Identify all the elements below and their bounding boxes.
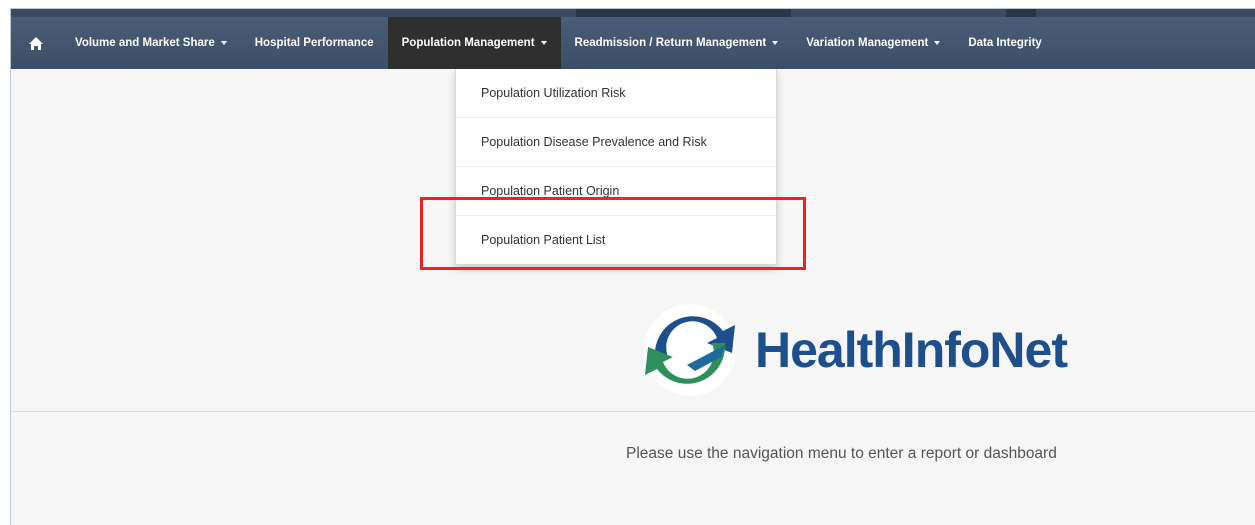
nav-label: Population Management — [401, 37, 535, 49]
logo-wordmark: HealthInfoNet — [755, 321, 1068, 378]
nav-hospital-performance[interactable]: Hospital Performance — [241, 17, 388, 69]
app-frame: Volume and Market Share Hospital Perform… — [10, 8, 1255, 525]
nav-data-integrity[interactable]: Data Integrity — [954, 17, 1056, 69]
menu-item-population-utilization-risk[interactable]: Population Utilization Risk — [456, 69, 776, 118]
menu-item-label: Population Patient Origin — [481, 184, 620, 198]
menu-item-population-disease-prevalence-risk[interactable]: Population Disease Prevalence and Risk — [456, 118, 776, 167]
nav-population-management[interactable]: Population Management — [387, 17, 561, 69]
nav-label: Volume and Market Share — [75, 37, 215, 49]
highlight-annotation-box — [420, 197, 806, 270]
nav-variation-management[interactable]: Variation Management — [792, 17, 954, 69]
healthinfonet-logo: HealthInfoNet — [635, 292, 1165, 407]
navigation-hint-text: Please use the navigation menu to enter … — [626, 445, 1057, 462]
logo-mark-icon — [644, 303, 736, 396]
caret-down-icon — [540, 41, 547, 45]
caret-down-icon — [220, 41, 227, 45]
home-icon — [29, 36, 43, 50]
nav-label: Readmission / Return Management — [574, 37, 767, 49]
nav-label: Data Integrity — [968, 37, 1042, 49]
home-button[interactable] — [11, 17, 61, 69]
menu-item-label: Population Disease Prevalence and Risk — [481, 135, 707, 149]
top-strip-segment — [1006, 9, 1036, 17]
content-divider — [11, 411, 1255, 412]
window-top-strip — [11, 9, 1255, 17]
nav-label: Variation Management — [806, 37, 929, 49]
main-navbar: Volume and Market Share Hospital Perform… — [11, 17, 1255, 69]
top-strip-segment — [576, 9, 791, 17]
menu-item-label: Population Utilization Risk — [481, 86, 626, 100]
caret-down-icon — [772, 41, 779, 45]
nav-readmission-return-management[interactable]: Readmission / Return Management — [561, 17, 793, 69]
caret-down-icon — [934, 41, 941, 45]
nav-label: Hospital Performance — [254, 37, 374, 49]
nav-volume-market-share[interactable]: Volume and Market Share — [61, 17, 241, 69]
